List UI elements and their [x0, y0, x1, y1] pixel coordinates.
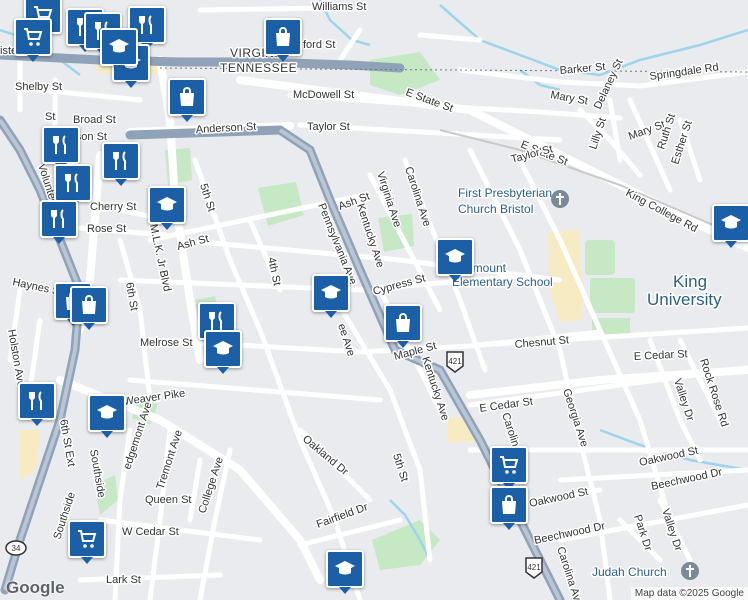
shopping-bag-icon: [276, 27, 290, 46]
shopping-bag-icon: [180, 87, 194, 106]
church-icon: [681, 562, 699, 580]
restaurant-marker[interactable]: [18, 382, 56, 426]
street-label: Mary St: [549, 89, 588, 107]
church-icon: [551, 190, 569, 208]
street-label: ford St: [303, 39, 335, 51]
shopping-cart-marker[interactable]: [14, 18, 52, 62]
poi-judah-church[interactable]: Judah Church: [591, 562, 699, 581]
poi-label: University: [647, 290, 722, 309]
street-label: St: [45, 111, 55, 123]
shopping-bag-marker[interactable]: [384, 304, 422, 348]
fork-knife-icon: [65, 173, 78, 192]
street-label: Melrose St: [140, 337, 193, 349]
shopping-bag-marker[interactable]: [490, 486, 528, 530]
route-shield-label: 34: [12, 544, 21, 553]
street-label: Queen St: [145, 494, 191, 506]
fork-knife-icon: [51, 209, 64, 228]
school-marker[interactable]: [312, 274, 350, 318]
street-label: Beechwood Dr: [533, 520, 606, 547]
restaurant-marker[interactable]: [42, 126, 80, 170]
route-shield-421-a: 421: [446, 351, 464, 373]
street-label: Broad St: [73, 114, 116, 126]
graduation-cap-icon: [109, 39, 129, 53]
graduation-cap-icon: [721, 215, 741, 229]
school-marker[interactable]: [148, 186, 186, 230]
graduation-cap-icon: [157, 197, 177, 211]
street-label: Taylor St: [307, 121, 350, 133]
shopping-bag-marker[interactable]: [70, 286, 108, 330]
street-label: Beechwood Dr: [650, 466, 723, 493]
graduation-cap-icon: [213, 341, 233, 355]
street-label: W Cedar St: [122, 526, 179, 538]
shopping-cart-marker[interactable]: [68, 520, 106, 564]
graduation-cap-icon: [97, 405, 117, 419]
map-base-layer: 421 421 34 Williams St ford St Barker St…: [0, 0, 748, 600]
shopping-bag-icon: [502, 495, 516, 514]
street-label: Fairfield Dr: [315, 501, 370, 531]
street-label: Cherry St: [90, 201, 136, 213]
street-label: E Cedar St: [634, 348, 688, 363]
poi-label: Elementary School: [452, 275, 553, 289]
school-marker[interactable]: [204, 330, 242, 374]
school-marker[interactable]: [326, 550, 364, 594]
route-shield-421-b: 421: [525, 557, 543, 579]
shopping-cart-icon: [24, 28, 43, 46]
street-label: McDowell St: [293, 89, 354, 101]
street-label: Shelby St: [15, 81, 62, 93]
fork-knife-icon: [139, 15, 152, 34]
school-marker[interactable]: [88, 394, 126, 438]
restaurant-marker[interactable]: [102, 142, 140, 186]
route-shield-label: 421: [448, 357, 462, 366]
shopping-bag-marker[interactable]: [168, 78, 206, 122]
street-label: Cypress St: [372, 272, 427, 298]
map-canvas[interactable]: 421 421 34 Williams St ford St Barker St…: [0, 0, 748, 600]
shopping-cart-marker[interactable]: [490, 446, 528, 490]
street-label: Southside: [87, 448, 107, 498]
fork-knife-icon: [113, 151, 126, 170]
shopping-cart-icon: [500, 456, 519, 474]
route-shield-label: 421: [527, 563, 541, 572]
map-attribution[interactable]: Map data ©2025 Google: [630, 587, 748, 600]
street-label: 6th St Ext: [57, 418, 77, 467]
restaurant-marker[interactable]: [40, 200, 78, 244]
route-shield-34: 34: [5, 540, 27, 556]
poi-label: Judah Church: [592, 565, 667, 579]
graduation-cap-icon: [335, 561, 355, 575]
school-marker[interactable]: [436, 238, 474, 282]
street-label: 6th St: [123, 281, 140, 311]
fork-knife-icon: [29, 391, 42, 410]
shopping-bag-marker[interactable]: [264, 18, 302, 62]
graduation-cap-icon: [321, 285, 341, 299]
street-label: Williams St: [312, 1, 366, 13]
street-label: 4th St: [265, 256, 283, 287]
shopping-bag-icon: [82, 295, 96, 314]
fork-knife-icon: [53, 135, 66, 154]
shopping-cart-icon: [78, 530, 97, 548]
poi-label: Church Bristol: [458, 202, 533, 216]
street-label: 5th St: [197, 182, 217, 213]
street-label: King College Rd: [624, 187, 700, 235]
google-logo[interactable]: Google: [6, 578, 65, 598]
street-label: 5th St: [390, 452, 410, 483]
poi-label: First Presbyterian: [458, 186, 552, 200]
street-label: Oakwood St: [528, 486, 589, 510]
state-label-tennessee: TENNESSEE: [220, 61, 297, 75]
poi-label: King: [673, 272, 707, 291]
restaurant-marker[interactable]: [54, 164, 92, 208]
poi-first-presbyterian[interactable]: First Presbyterian Church Bristol: [457, 185, 569, 218]
school-marker[interactable]: [100, 28, 138, 72]
street-label: Valley Dr: [659, 507, 684, 553]
street-label: Georgia Ave: [560, 387, 590, 448]
shopping-bag-icon: [396, 313, 410, 332]
school-marker[interactable]: [712, 204, 748, 248]
street-label: Lark St: [106, 574, 141, 586]
street-label: Rose St: [87, 223, 126, 235]
graduation-cap-icon: [445, 249, 465, 263]
street-label: Tremont Ave: [154, 428, 184, 490]
poi-king-university[interactable]: King University: [646, 271, 724, 311]
